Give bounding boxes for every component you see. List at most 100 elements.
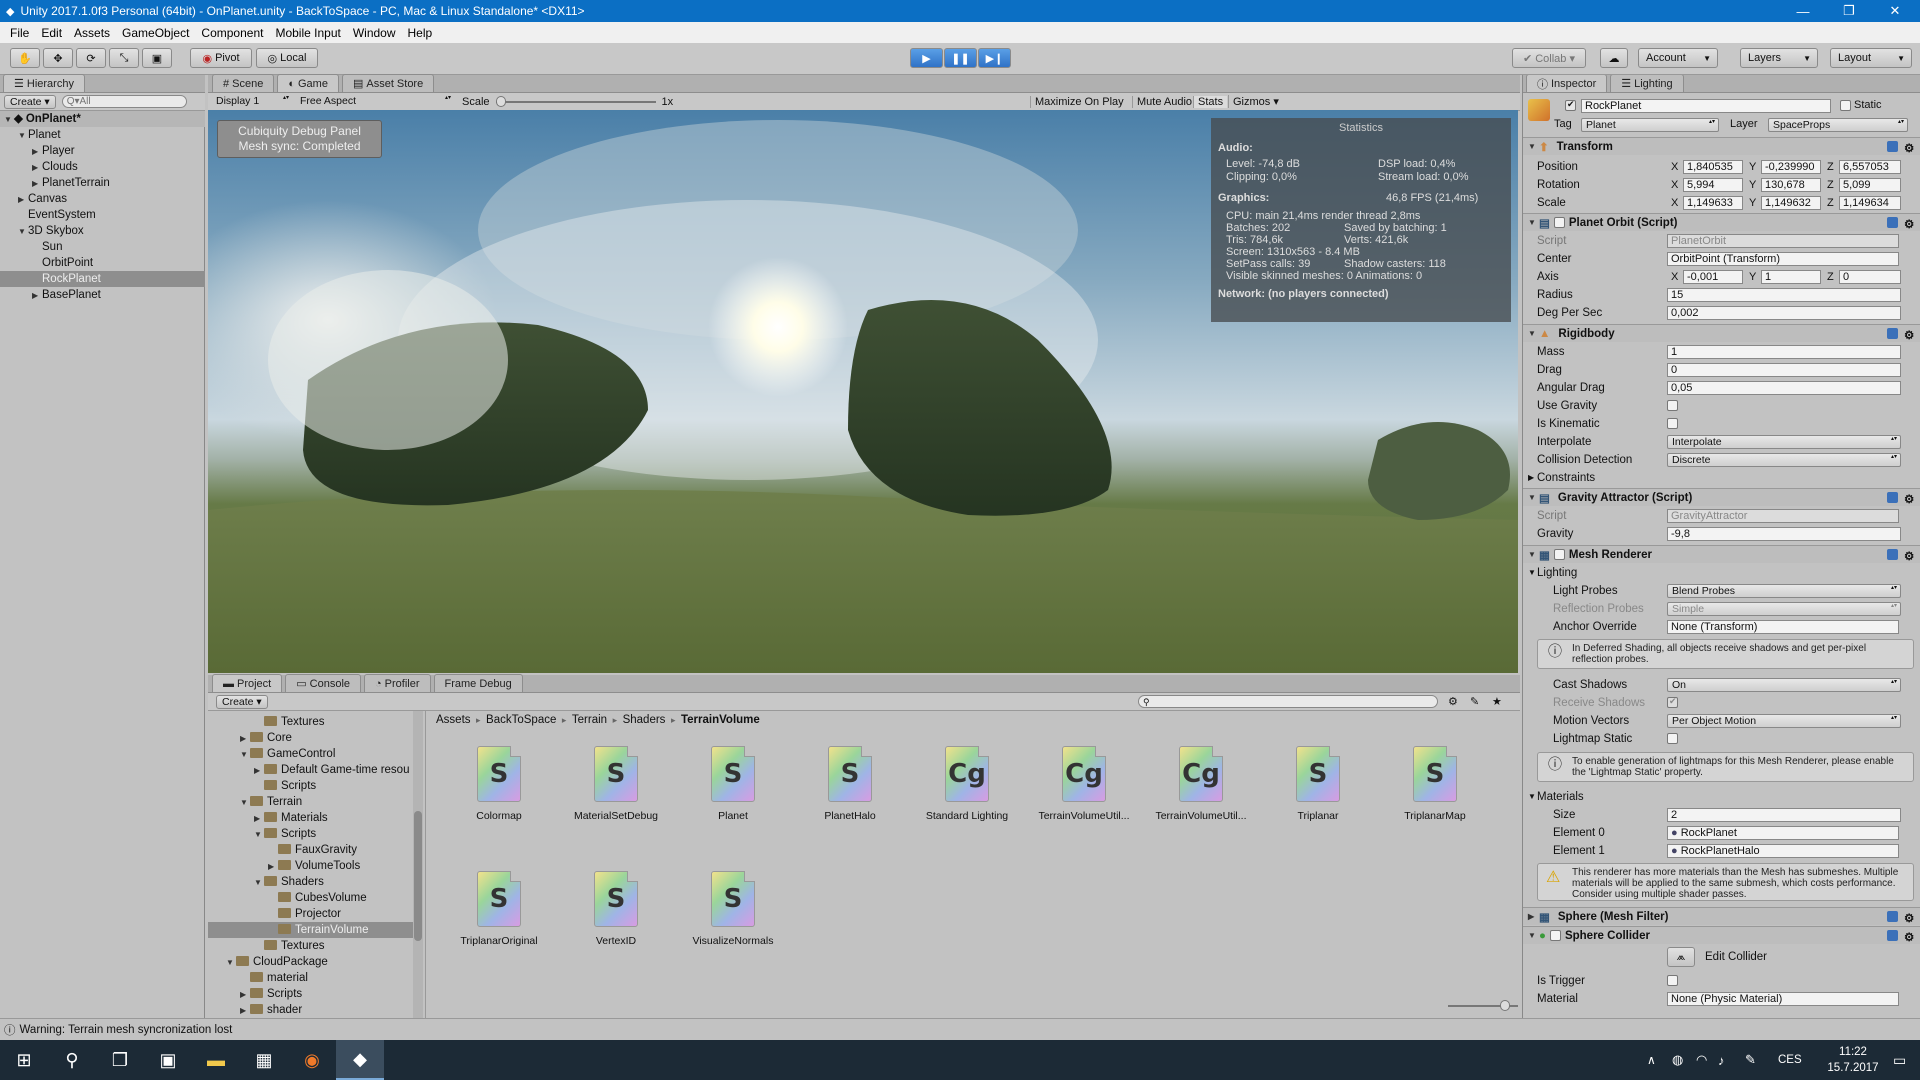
project-folder-item[interactable]: ▶ Core [208,730,413,746]
settings-gear-icon[interactable]: ⚙ [1904,492,1915,506]
help-icon[interactable] [1887,328,1898,339]
asset-item[interactable]: S TriplanarMap [1380,746,1490,822]
mesh-filter-header[interactable]: ▶ ▦ Sphere (Mesh Filter) ⚙ [1523,907,1920,925]
element-1-field[interactable]: ● RockPlanetHalo [1667,843,1899,858]
minimize-button[interactable]: — [1780,0,1826,22]
cast-shadows-dropdown[interactable]: On [1667,678,1901,692]
hierarchy-item[interactable]: Sun [0,239,205,255]
settings-gear-icon[interactable]: ⚙ [1904,549,1915,563]
windows-start-icon[interactable]: ⊞ [0,1040,48,1080]
scale-y-field[interactable]: 1,149632 [1761,195,1821,210]
rotation-x-field[interactable]: 5,994 [1683,177,1743,192]
expand-arrow-icon[interactable]: ▶ [240,987,250,1003]
hierarchy-item[interactable]: RockPlanet [0,271,205,287]
language-indicator[interactable]: CES [1778,1054,1802,1066]
expand-arrow-icon[interactable]: ▼ [240,795,250,811]
receive-shadows-checkbox[interactable]: ✔ [1667,696,1678,708]
mute-audio-toggle[interactable]: Mute Audio [1132,95,1196,108]
collision-detection-dropdown[interactable]: Discrete [1667,453,1901,467]
breadcrumb-item[interactable]: Assets [436,714,471,726]
help-icon[interactable] [1887,141,1898,152]
project-folder-item[interactable]: Projector [208,906,413,922]
gravity-field[interactable]: -9,8 [1667,526,1901,541]
status-message[interactable]: Warning: Terrain mesh syncronization los… [20,1024,233,1036]
aspect-dropdown[interactable]: Free Aspect [296,95,454,109]
tab-profiler[interactable]: ◔ Profiler [364,674,431,692]
project-folder-item[interactable]: Textures [208,714,413,730]
volume-icon[interactable]: ♪ [1718,1053,1725,1068]
settings-gear-icon[interactable]: ⚙ [1904,328,1915,342]
network-icon[interactable]: ◠ [1696,1052,1707,1068]
firefox-icon[interactable]: ◉ [288,1040,336,1080]
asset-item[interactable]: Cg TerrainVolumeUtil... [1146,746,1256,822]
menu-window[interactable]: Window [347,26,402,40]
project-folder-item[interactable]: ▼ GameControl [208,746,413,762]
project-folder-item[interactable]: ▶ shader [208,1002,413,1018]
project-folder-item[interactable]: FauxGravity [208,842,413,858]
display-dropdown[interactable]: Display 1 [212,95,292,109]
menu-edit[interactable]: Edit [35,26,68,40]
project-folder-item[interactable]: Scripts [208,778,413,794]
project-create-button[interactable]: Create ▾ [216,694,268,709]
collab-button[interactable]: ✔ Collab ▾ [1512,48,1586,68]
notifications-icon[interactable]: ▭ [1893,1052,1906,1069]
asset-item[interactable]: S Planet [678,746,788,822]
filter-label-icon[interactable]: ✎ [1470,695,1479,708]
scene-root[interactable]: ▼ ◆ OnPlanet* [0,111,205,127]
menu-mobile-input[interactable]: Mobile Input [269,26,346,40]
menu-gameobject[interactable]: GameObject [116,26,195,40]
axis-z-field[interactable]: 0 [1839,269,1901,284]
lighting-foldout[interactable]: ▼ Lighting [1523,564,1920,581]
tray-app-icon[interactable]: ◍ [1672,1052,1683,1068]
expand-arrow-icon[interactable]: ▼ [254,827,264,843]
project-folder-item[interactable]: material [208,970,413,986]
settings-gear-icon[interactable]: ⚙ [1904,141,1915,155]
tab-hierarchy[interactable]: ☰ Hierarchy [3,74,85,92]
layout-dropdown[interactable]: Layout ▼ [1830,48,1912,68]
local-toggle[interactable]: ◎ Local [256,48,318,68]
project-folder-item[interactable]: ▼ Scripts [208,826,413,842]
edit-collider-button[interactable]: ⩕ [1667,947,1695,967]
task-view-icon[interactable]: ❐ [96,1040,144,1080]
menu-component[interactable]: Component [195,26,269,40]
hierarchy-create-button[interactable]: Create ▾ [4,94,56,109]
object-name-field[interactable]: RockPlanet [1581,99,1831,113]
project-folder-item[interactable]: CubesVolume [208,890,413,906]
is-trigger-checkbox[interactable] [1667,975,1678,986]
hierarchy-item[interactable]: ▶ PlanetTerrain [0,175,205,191]
rotation-z-field[interactable]: 5,099 [1839,177,1901,192]
expand-arrow-icon[interactable]: ▶ [240,1003,250,1019]
breadcrumb-item[interactable]: TerrainVolume [681,714,760,726]
scale-slider[interactable] [495,95,656,107]
play-button[interactable]: ▶ [910,48,943,68]
lightmap-static-checkbox[interactable] [1667,733,1678,744]
hierarchy-item[interactable]: ▶ Canvas [0,191,205,207]
hierarchy-item[interactable]: ▶ BasePlanet [0,287,205,303]
project-folder-item[interactable]: ▶ VolumeTools [208,858,413,874]
project-folder-item[interactable]: Textures [208,938,413,954]
asset-item[interactable]: S PlanetHalo [795,746,905,822]
maximize-on-play-toggle[interactable]: Maximize On Play [1030,95,1128,108]
tab-frame-debug[interactable]: Frame Debug [433,674,523,692]
tree-scrollbar[interactable] [413,711,423,1018]
favorites-star-icon[interactable]: ★ [1492,695,1502,708]
tab-inspector[interactable]: ⓘ Inspector [1526,75,1608,92]
expand-arrow-icon[interactable]: ▶ [268,859,278,875]
active-checkbox[interactable]: ✔ [1565,99,1576,111]
pause-button[interactable]: ❚❚ [944,48,977,68]
drag-field[interactable]: 0 [1667,362,1901,377]
thumbnail-size-slider[interactable] [1448,1000,1518,1011]
planet-orbit-header[interactable]: ▼ ▤ Planet Orbit (Script) ⚙ [1523,213,1920,231]
axis-x-field[interactable]: -0,001 [1683,269,1743,284]
anchor-override-field[interactable]: None (Transform) [1667,619,1899,634]
rotate-tool-icon[interactable]: ⟳ [76,48,106,68]
expand-arrow-icon[interactable]: ▶ [32,144,42,160]
static-checkbox[interactable] [1840,100,1851,111]
help-icon[interactable] [1887,911,1898,922]
scale-x-field[interactable]: 1,149633 [1683,195,1743,210]
tab-console[interactable]: ▭ Console [285,674,362,692]
hand-tool-icon[interactable]: ✋ [10,48,40,68]
help-icon[interactable] [1887,492,1898,503]
help-icon[interactable] [1887,549,1898,560]
light-probes-dropdown[interactable]: Blend Probes [1667,584,1901,598]
